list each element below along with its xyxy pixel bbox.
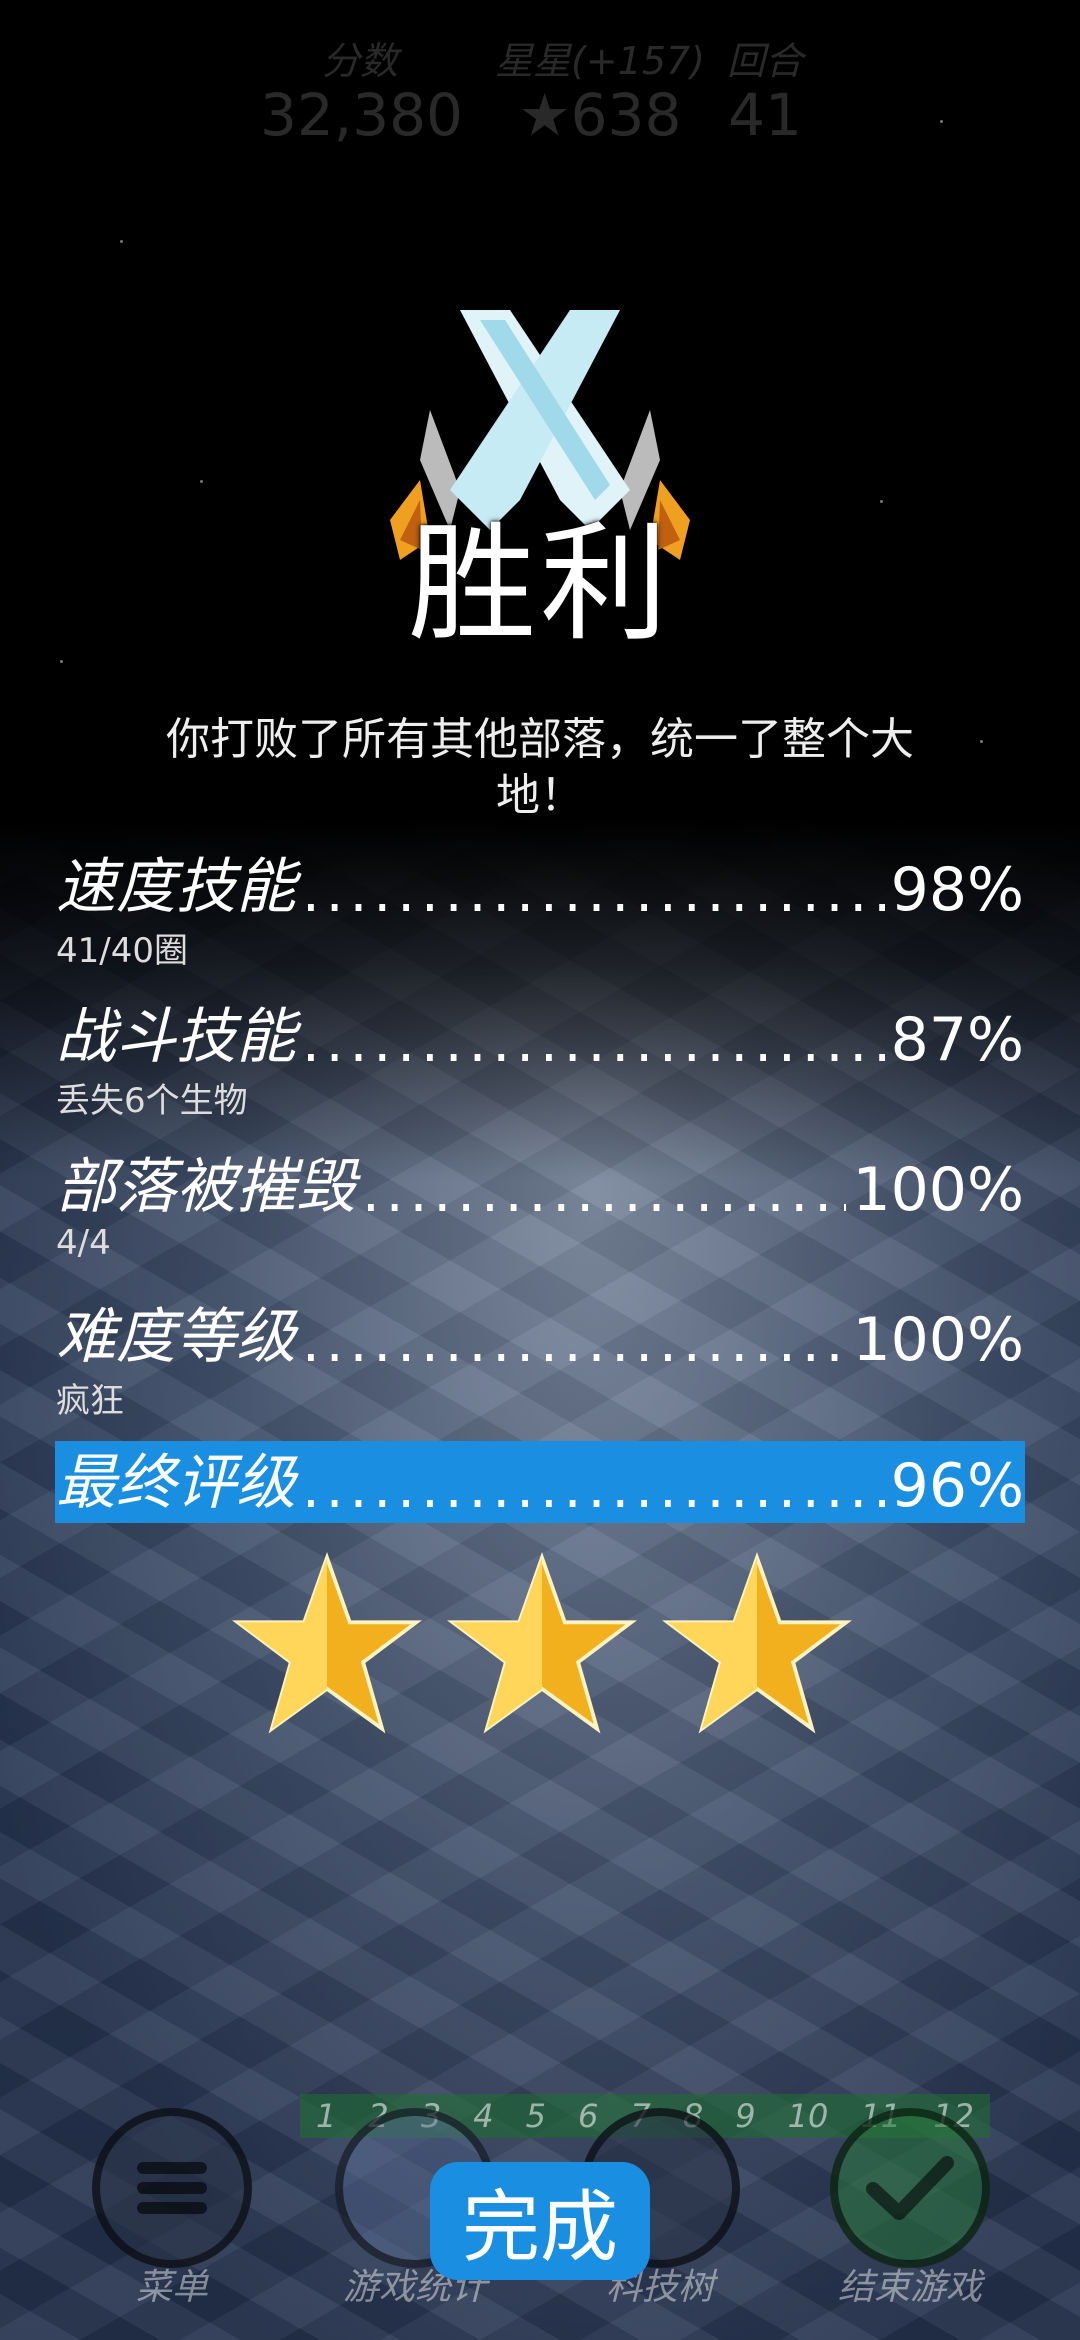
final-rating-percent: 96% (890, 1451, 1024, 1521)
turn-label: 回合 (726, 39, 803, 83)
rating-row-combat: 战斗技能 .......................... 87% 丢失6个… (56, 995, 1024, 1122)
stars-stat: 星星(+157) ★638 (480, 30, 720, 149)
sky-star (120, 240, 123, 243)
stars-value: 638 (570, 81, 682, 149)
rating-detail: 41/40圈 (56, 931, 188, 971)
final-rating-label: 最终评级 (56, 1448, 296, 1518)
sky-star (980, 740, 983, 743)
rating-dots: .......................... (302, 1310, 846, 1375)
gold-star-icon (447, 1552, 637, 1734)
rating-row-speed: 速度技能 .......................... 98% 41/4… (56, 845, 1024, 972)
rating-percent: 100% (852, 1305, 1024, 1375)
end-game-label: 结束游戏 (837, 2267, 982, 2308)
victory-title: 胜利 (407, 510, 672, 659)
menu-button[interactable]: 菜单 (82, 2108, 262, 2310)
final-rating-dots: .......................... (302, 1456, 885, 1521)
end-game-button[interactable]: 结束游戏 (820, 2108, 1000, 2310)
rating-dots: .......................... (302, 1010, 885, 1075)
turn-number: 5 (525, 2097, 546, 2135)
menu-label: 菜单 (135, 2267, 208, 2308)
gold-star-icon (232, 1552, 422, 1734)
victory-subtitle: 你打败了所有其他部落，统一了整个大地！ (166, 714, 914, 821)
rating-label: 难度等级 (56, 1302, 296, 1372)
stars-label: 星星(+157) (494, 39, 706, 83)
star-rating (232, 1552, 852, 1742)
rating-detail: 丢失6个生物 (56, 1081, 248, 1121)
gold-star-icon (662, 1552, 852, 1734)
rating-detail: 4/4 (56, 1223, 111, 1263)
turn-stat: 回合 41 (710, 30, 820, 149)
checkmark-icon (830, 2108, 990, 2268)
turn-value: 41 (728, 81, 802, 149)
score-label: 分数 (321, 39, 398, 83)
rating-percent: 87% (890, 1005, 1024, 1075)
rating-dots: .......................... (302, 860, 885, 925)
rating-percent: 100% (852, 1155, 1024, 1225)
rating-label: 速度技能 (56, 852, 296, 922)
done-button[interactable]: 完成 (430, 2162, 650, 2280)
rating-dots: .......................... (362, 1160, 846, 1225)
stars-value-row: ★638 (480, 81, 720, 149)
score-stat: 分数 32,380 (260, 30, 463, 149)
rating-label: 部落被摧毁 (56, 1152, 356, 1222)
menu-icon (92, 2108, 252, 2268)
score-value: 32,380 (260, 81, 463, 149)
rating-row-tribes: 部落被摧毁 .......................... 100% 4/… (56, 1145, 1024, 1263)
rating-percent: 98% (890, 855, 1024, 925)
rating-label: 战斗技能 (56, 1002, 296, 1072)
top-stats: 分数 32,380 星星(+157) ★638 回合 41 (0, 30, 1080, 150)
rating-row-difficulty: 难度等级 .......................... 100% 疯狂 (56, 1295, 1024, 1422)
star-icon: ★ (518, 81, 571, 149)
final-rating-row: 最终评级 .......................... 96% (56, 1441, 1024, 1521)
rating-detail: 疯狂 (56, 1381, 124, 1421)
